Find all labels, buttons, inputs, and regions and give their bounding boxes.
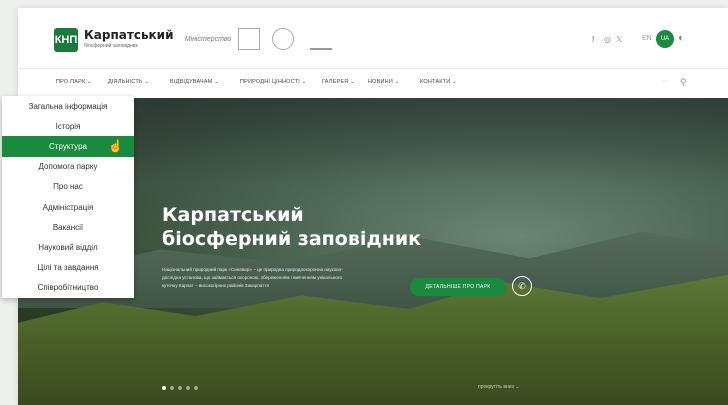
nav-item-activity[interactable]: ДІЯЛЬНІСТЬ ⌄ (108, 79, 149, 85)
slider-dot-5[interactable] (194, 386, 198, 390)
dropdown-item-vacancies[interactable]: Вакансії (2, 217, 134, 237)
partner-logo-ministry[interactable]: Міністерство (185, 28, 232, 50)
dropdown-item-science[interactable]: Науковий відділ (2, 237, 134, 257)
phone-icon[interactable]: ✆ (512, 276, 532, 296)
nav-item-nature[interactable]: ПРИРОДНІ ЦІННОСТІ ⌄ (240, 79, 306, 85)
search-icon[interactable]: ⚲ (680, 77, 687, 88)
twitter-icon[interactable]: 𝕏 (616, 35, 622, 44)
dropdown-item-goals[interactable]: Цілі та завдання (2, 258, 134, 278)
dropdown-item-administration[interactable]: Адміністрація (2, 197, 134, 217)
dropdown-item-help[interactable]: Допомога парку (2, 157, 134, 177)
slider-dots (162, 386, 198, 390)
hero-title: Карпатський біосферний заповідник (162, 204, 422, 250)
nav-item-about[interactable]: ПРО ПАРК ⌄ (56, 79, 92, 85)
brand-name[interactable]: Карпатський (84, 28, 174, 42)
dropdown-item-history[interactable]: Історія (2, 116, 134, 136)
details-button[interactable]: ДЕТАЛЬНІШЕ ПРО ПАРК (410, 278, 506, 296)
slider-dot-3[interactable] (178, 386, 182, 390)
park-logo-icon[interactable]: КНП (54, 28, 78, 52)
partner-logo-2[interactable] (238, 28, 260, 50)
about-dropdown-menu: Загальна інформація Історія Структура До… (2, 96, 134, 298)
dropdown-item-about-us[interactable]: Про нас (2, 177, 134, 197)
hero-description: Національний природний парк «Синевир» – … (162, 267, 343, 288)
nav-item-news[interactable]: НОВИНИ ⌄ (368, 79, 400, 85)
nav-item-contacts[interactable]: КОНТАКТИ ⌄ (420, 79, 457, 85)
partner-logo-4[interactable] (310, 28, 332, 50)
instagram-icon[interactable]: ◎ (604, 35, 611, 44)
scroll-down-hint[interactable]: прокрутіть вниз ⌄ (478, 384, 519, 390)
dropdown-item-cooperation[interactable]: Співробітництво (2, 278, 134, 298)
header: КНП Карпатський біосферний заповідник Мі… (18, 8, 728, 68)
slider-dot-4[interactable] (186, 386, 190, 390)
slider-dot-2[interactable] (170, 386, 174, 390)
accessibility-icon[interactable]: ◐ (678, 32, 685, 44)
language-en[interactable]: EN (642, 35, 652, 42)
main-nav: ПРО ПАРК ⌄ ДІЯЛЬНІСТЬ ⌄ ВІДВІДУВАЧАМ ⌄ П… (18, 68, 728, 98)
brand-subtitle: біосферний заповідник (84, 43, 138, 49)
nav-item-visitors[interactable]: ВІДВІДУВАЧАМ ⌄ (170, 79, 219, 85)
menu-dots-icon[interactable]: ··· (662, 78, 669, 85)
facebook-icon[interactable]: f (592, 35, 594, 44)
slider-dot-1[interactable] (162, 386, 166, 390)
partner-logo-3[interactable] (272, 28, 294, 50)
language-ua-active[interactable]: UA (656, 30, 674, 48)
dropdown-item-general[interactable]: Загальна інформація (2, 96, 134, 116)
pointer-hand-icon: ☝ (108, 139, 123, 153)
nav-item-gallery[interactable]: ГАЛЕРЕЯ ⌄ (322, 79, 355, 85)
